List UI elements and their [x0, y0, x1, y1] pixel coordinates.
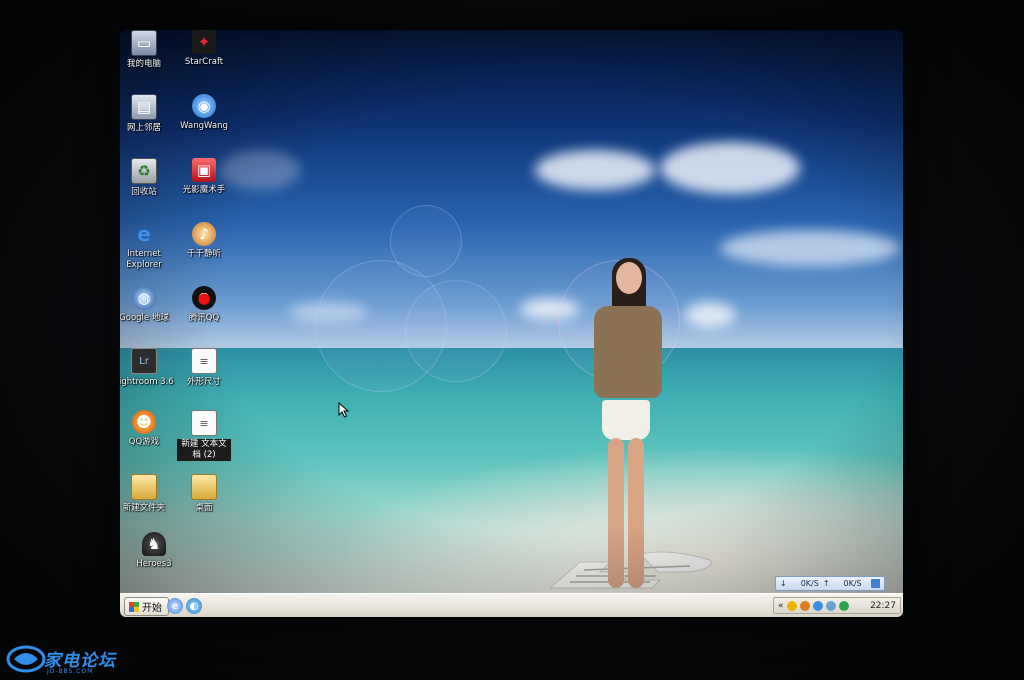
net-speed-widget[interactable]: ↓ 0K/S ↑ 0K/S	[775, 576, 885, 591]
tray-collapse-icon[interactable]: «	[778, 601, 784, 611]
desktop-icon-wangwang[interactable]: ◉ WangWang	[172, 94, 236, 132]
desktop-icon-google-earth[interactable]: ◍ Google 地球	[120, 286, 176, 324]
desktop-icon-network-places[interactable]: ▤ 网上邻居	[120, 94, 176, 134]
network-places-icon: ▤	[131, 94, 157, 120]
desktop-icon-desktop-folder[interactable]: 桌面	[172, 474, 236, 514]
qq-penguin-icon: ●	[192, 286, 216, 310]
desktop-icon-text-document[interactable]: ≡ 外形尺寸	[172, 348, 236, 388]
lens-flare	[405, 280, 507, 382]
desktop-icon-label: Internet Explorer	[126, 249, 162, 270]
desktop-icon-my-computer[interactable]: ▭ 我的电脑	[120, 30, 176, 70]
model-figure	[582, 258, 672, 592]
starcraft-icon: ✦	[192, 30, 216, 54]
figure-head	[616, 262, 642, 294]
recycle-bin-icon: ♻	[131, 158, 157, 184]
desktop-icon-label: 网上邻居	[126, 123, 161, 133]
desktop-icon-label: WangWang	[180, 121, 228, 131]
heroes-game-icon: ♞	[142, 532, 166, 556]
desktop-icon-label: 桌面	[195, 503, 213, 513]
figure-skirt	[602, 400, 650, 440]
desktop-icon-qq-game[interactable]: ☻ QQ游戏	[120, 410, 176, 448]
download-speed: 0K/S	[800, 579, 819, 588]
volume-tray-icon[interactable]	[825, 600, 836, 611]
net-speed-menu-icon[interactable]	[871, 579, 880, 588]
desktop-icon-label: 新建 文本文档 (2)	[177, 439, 231, 461]
quick-launch-show-desktop-icon[interactable]: ◐	[186, 598, 202, 614]
desktop-icon-label: QQ游戏	[128, 437, 160, 447]
desktop-icon-label: 外形尺寸	[186, 377, 221, 387]
wangwang-icon: ◉	[192, 94, 216, 118]
desktop-icon-label: Heroes3	[136, 559, 172, 569]
desktop-icon-label: 腾讯QQ	[188, 313, 220, 323]
figure-leg	[628, 438, 644, 588]
desktop-icon-internet-explorer[interactable]: e Internet Explorer	[120, 222, 176, 271]
download-arrow-icon: ↓	[780, 579, 787, 588]
figure-sweater	[594, 306, 662, 398]
text-document-icon: ≡	[191, 410, 217, 436]
desktop-icon-label: 新建文件夹	[122, 503, 166, 513]
watermark-subtext: JD-BBS.COM	[47, 668, 94, 675]
desktop-icon-heroes3[interactable]: ♞ Heroes3	[122, 532, 186, 570]
desktop-icon-label: 光影魔术手	[182, 185, 226, 195]
desktop-icon-photo-editor[interactable]: ▣ 光影魔术手	[172, 158, 236, 196]
taskbar: 开始 e ◐ « 22:27	[120, 593, 903, 617]
photo-editor-icon: ▣	[192, 158, 216, 182]
desktop-icon-label: 千千静听	[186, 249, 221, 259]
desktop-icon-music-player[interactable]: ♪ 千千静听	[172, 222, 236, 260]
desktop-icon-recycle-bin[interactable]: ♻ 回收站	[120, 158, 176, 198]
lens-flare	[390, 205, 462, 277]
desktop-icon-lightroom[interactable]: Lr Lightroom 3.6	[120, 348, 176, 388]
desktop-icon-qq[interactable]: ● 腾讯QQ	[172, 286, 236, 324]
cloud	[660, 142, 800, 194]
desktop-icon-label: 回收站	[131, 187, 157, 197]
quick-launch-ie-icon[interactable]: e	[167, 598, 183, 614]
music-player-icon: ♪	[192, 222, 216, 246]
cloud	[685, 302, 735, 328]
wallpaper-sky	[120, 30, 903, 352]
folder-icon	[191, 474, 217, 500]
google-earth-icon: ◍	[132, 286, 156, 310]
upload-speed: 0K/S	[843, 579, 862, 588]
start-label: 开始	[142, 603, 162, 614]
lightroom-icon: Lr	[131, 348, 157, 374]
network-tray-icon[interactable]	[812, 600, 823, 611]
cloud	[535, 150, 655, 190]
text-document-icon: ≡	[191, 348, 217, 374]
wangwang-tray-icon[interactable]	[799, 600, 810, 611]
desktop-icon-label: Lightroom 3.6	[120, 377, 174, 387]
figure-leg	[608, 438, 624, 588]
taskbar-clock[interactable]: 22:27	[870, 601, 896, 611]
desktop-icon-new-folder[interactable]: 新建文件夹	[120, 474, 176, 514]
desktop-icon-label: Google 地球	[120, 313, 169, 323]
internet-explorer-icon: e	[137, 222, 151, 246]
qq-tray-icon[interactable]	[786, 600, 797, 611]
windows-flag-icon	[129, 601, 139, 612]
desktop-icon-label: StarCraft	[184, 57, 224, 67]
monitor-screen: ▭ 我的电脑 ✦ StarCraft ▤ 网上邻居 ◉ WangWang ♻ 回…	[120, 30, 903, 617]
mouse-pointer-icon	[338, 402, 350, 418]
desktop-icon-label: 我的电脑	[126, 59, 161, 69]
desktop-icon-new-text-document[interactable]: ≡ 新建 文本文档 (2)	[172, 410, 236, 461]
security-tray-icon[interactable]	[838, 600, 849, 611]
my-computer-icon: ▭	[131, 30, 157, 56]
cloud	[720, 230, 900, 266]
qq-game-icon: ☻	[132, 410, 156, 434]
desktop-wallpaper: ▭ 我的电脑 ✦ StarCraft ▤ 网上邻居 ◉ WangWang ♻ 回…	[120, 30, 903, 593]
upload-arrow-icon: ↑	[822, 579, 830, 588]
system-tray: « 22:27	[773, 597, 901, 614]
desktop-icon-starcraft[interactable]: ✦ StarCraft	[172, 30, 236, 68]
start-button[interactable]: 开始	[124, 597, 169, 616]
folder-icon	[131, 474, 157, 500]
